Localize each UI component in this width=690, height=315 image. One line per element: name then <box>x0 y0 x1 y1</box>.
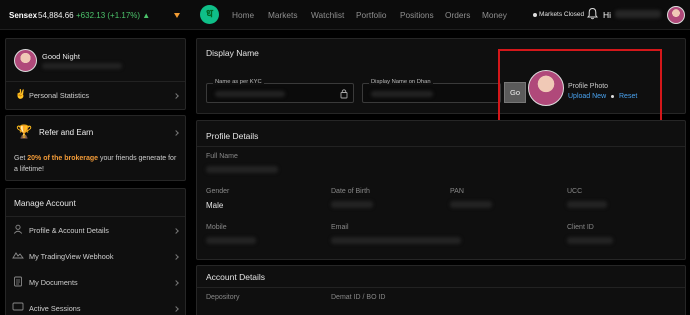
user-greeting: Hi <box>603 10 612 20</box>
divider <box>6 81 185 82</box>
name-as-per-kyc-label: Name as per KYC <box>213 79 264 85</box>
full-name-label: Full Name <box>206 153 238 160</box>
nav-watchlist[interactable]: Watchlist <box>311 10 344 20</box>
profile-details-card: Profile Details Full Name Gender Male Da… <box>196 120 686 260</box>
ucc-redacted <box>567 201 607 208</box>
client-id-redacted <box>567 237 613 244</box>
user-avatar[interactable] <box>667 6 685 24</box>
email-label: Email <box>331 224 349 231</box>
nav-markets[interactable]: Markets <box>268 10 298 20</box>
dhan-logo[interactable]: ध <box>200 5 219 24</box>
menu-profile-account-details[interactable]: Profile & Account Details <box>6 218 185 242</box>
personal-statistics-link[interactable]: ✌ Personal Statistics <box>6 83 185 109</box>
divider <box>197 287 685 288</box>
divider <box>197 146 685 147</box>
depository-label: Depository <box>206 294 240 301</box>
gender-value: Male <box>206 201 224 210</box>
gender-label: Gender <box>206 188 230 195</box>
nav-home[interactable]: Home <box>232 10 254 20</box>
nav-money[interactable]: Money <box>482 10 507 20</box>
manage-account-title: Manage Account <box>14 198 76 208</box>
account-details-card: Account Details Depository Demat ID / BO… <box>196 265 686 315</box>
mobile-label: Mobile <box>206 224 227 231</box>
personal-statistics-label: Personal Statistics <box>29 91 90 100</box>
name-as-per-kyc-field[interactable] <box>206 83 354 103</box>
nav-orders[interactable]: Orders <box>445 10 470 20</box>
user-icon <box>13 224 23 234</box>
chevron-right-icon <box>173 254 179 260</box>
divider <box>6 216 185 217</box>
display-name-on-dhan-label: Display Name on Dhan <box>369 79 433 85</box>
webhook-icon <box>12 252 24 259</box>
display-name-value-redacted <box>371 91 433 97</box>
account-details-title: Account Details <box>206 272 266 282</box>
bell-icon[interactable] <box>587 7 598 20</box>
index-change: +632.13 (+1.17%) ▲ <box>76 11 151 20</box>
document-icon <box>14 276 22 287</box>
highlight-annotation <box>498 49 662 131</box>
menu-label: My TradingView Webhook <box>29 252 114 261</box>
greeting-card: Good Night ✌ Personal Statistics <box>5 38 186 110</box>
dob-redacted <box>331 201 373 208</box>
greeting-text: Good Night <box>42 52 80 61</box>
full-name-redacted <box>206 166 278 173</box>
menu-label: My Documents <box>29 278 78 287</box>
dob-label: Date of Birth <box>331 188 370 195</box>
market-status-dot <box>533 13 537 17</box>
mobile-redacted <box>206 237 256 244</box>
user-name-redacted <box>42 63 122 69</box>
manage-account-card: Manage Account Profile & Account Details… <box>5 188 186 315</box>
chevron-right-icon <box>173 306 179 312</box>
top-bar: Sensex 54,884.66 +632.13 (+1.17%) ▲ ध Ho… <box>0 0 690 30</box>
index-name: Sensex <box>9 11 38 20</box>
lock-icon <box>340 89 348 99</box>
pan-label: PAN <box>450 188 464 195</box>
display-name-title: Display Name <box>206 48 259 58</box>
trophy-icon: 🏆 <box>16 124 33 139</box>
devices-icon <box>12 302 24 311</box>
profile-avatar <box>14 49 37 72</box>
refer-earn-card[interactable]: 🏆 Refer and Earn Get 20% of the brokerag… <box>5 115 186 181</box>
chevron-right-icon <box>173 130 179 136</box>
user-name-redacted <box>615 10 661 18</box>
refer-description: Get 20% of the brokerage your friends ge… <box>14 155 177 173</box>
nav-portfolio[interactable]: Portfolio <box>356 10 386 20</box>
name-value-redacted <box>215 91 285 97</box>
menu-my-documents[interactable]: My Documents <box>6 270 185 294</box>
chevron-right-icon <box>173 280 179 286</box>
chevron-right-icon <box>173 228 179 234</box>
display-name-on-dhan-input[interactable] <box>362 83 501 103</box>
menu-label: Profile & Account Details <box>29 226 109 235</box>
chevron-right-icon <box>173 93 179 99</box>
index-dropdown-icon[interactable] <box>174 13 180 18</box>
pan-redacted <box>450 201 492 208</box>
profile-details-title: Profile Details <box>206 131 259 141</box>
email-redacted <box>331 237 461 244</box>
menu-active-sessions[interactable]: Active Sessions <box>6 296 185 315</box>
market-status: Markets Closed <box>539 11 585 18</box>
refer-highlight: 20% of the brokerage <box>27 155 99 162</box>
hand-icon: ✌ <box>15 89 27 99</box>
menu-label: Active Sessions <box>29 304 81 313</box>
client-id-label: Client ID <box>567 224 594 231</box>
ucc-label: UCC <box>567 188 583 195</box>
refer-title: Refer and Earn <box>39 128 94 137</box>
index-value: 54,884.66 <box>38 11 74 20</box>
demat-id-label: Demat ID / BO ID <box>331 294 386 301</box>
nav-positions[interactable]: Positions <box>400 10 434 20</box>
menu-tradingview-webhook[interactable]: My TradingView Webhook <box>6 244 185 268</box>
